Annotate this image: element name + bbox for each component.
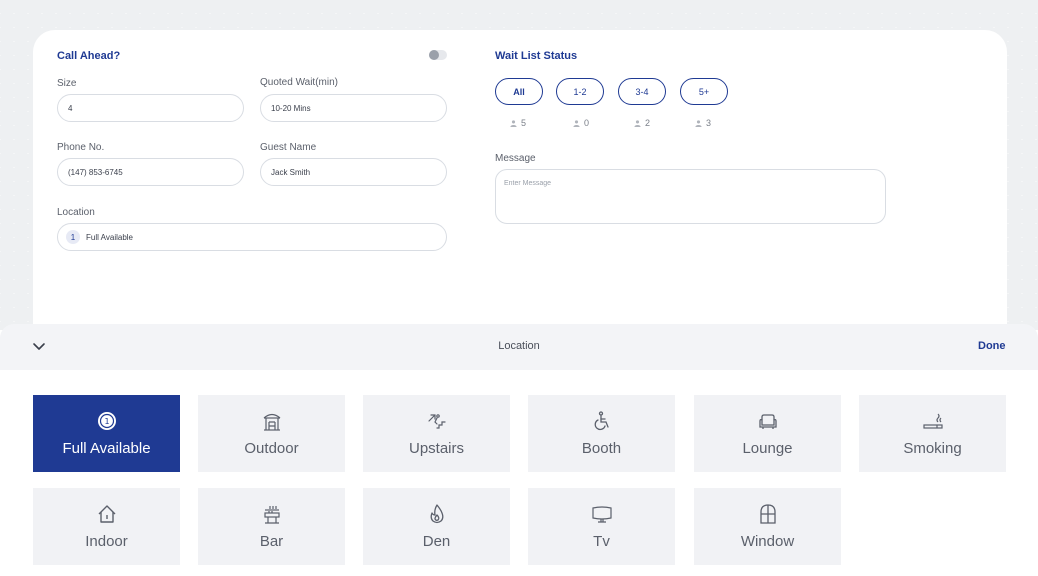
- tile-label: Outdoor: [244, 440, 299, 457]
- location-sheet-header: Location Done: [0, 324, 1038, 370]
- person-icon: [510, 119, 517, 127]
- location-field-value: Full Available: [86, 232, 133, 242]
- location-tile-den[interactable]: Den: [363, 488, 510, 565]
- reservation-card: Call Ahead? Size 4 Quoted Wait(min) 10-2…: [33, 30, 1007, 330]
- tile-label: Den: [422, 533, 451, 550]
- person-icon: [634, 119, 641, 127]
- location-tile-smoking[interactable]: Smoking: [859, 395, 1006, 472]
- call-ahead-title: Call Ahead?: [57, 50, 121, 62]
- tile-label: Tv: [593, 533, 610, 550]
- quoted-wait-label: Quoted Wait(min): [260, 77, 338, 88]
- wait-count-all: 5: [510, 118, 526, 128]
- wait-filter-all[interactable]: All: [495, 78, 543, 105]
- guest-name-label: Guest Name: [260, 142, 317, 153]
- size-field[interactable]: 4: [57, 94, 244, 122]
- tile-label: Window: [740, 533, 795, 550]
- guest-name-field[interactable]: Jack Smith: [260, 158, 447, 186]
- person-icon: [695, 119, 702, 127]
- location-tile-lounge[interactable]: Lounge: [694, 395, 841, 472]
- location-tile-window[interactable]: Window: [694, 488, 841, 565]
- sofa-icon: [757, 410, 779, 432]
- wait-list-title: Wait List Status: [495, 50, 578, 62]
- location-field[interactable]: 1 Full Available: [57, 223, 447, 251]
- location-tile-upstairs[interactable]: Upstairs: [363, 395, 510, 472]
- one-circle-icon: 1: [96, 410, 118, 432]
- wait-filter-5-plus[interactable]: 5+: [680, 78, 728, 105]
- window-icon: [757, 503, 779, 525]
- gazebo-icon: [261, 410, 283, 432]
- done-button[interactable]: Done: [978, 340, 1006, 352]
- call-ahead-toggle[interactable]: [429, 50, 447, 60]
- location-count-badge: 1: [66, 230, 80, 244]
- location-tile-indoor[interactable]: Indoor: [33, 488, 180, 565]
- svg-text:1: 1: [104, 417, 109, 426]
- wait-count-1-2: 0: [573, 118, 589, 128]
- wait-count-3-4: 2: [634, 118, 650, 128]
- location-tile-full-available[interactable]: 1 Full Available: [33, 395, 180, 472]
- location-tile-tv[interactable]: Tv: [528, 488, 675, 565]
- tile-label: Booth: [581, 440, 622, 457]
- location-tile-booth[interactable]: Booth: [528, 395, 675, 472]
- tile-label: Indoor: [85, 533, 128, 550]
- wheelchair-icon: [591, 410, 613, 432]
- tile-label: Bar: [259, 533, 284, 550]
- stairs-icon: [426, 410, 448, 432]
- fire-icon: [426, 503, 448, 525]
- person-icon: [573, 119, 580, 127]
- wait-filter-1-2[interactable]: 1-2: [556, 78, 604, 105]
- cigarette-icon: [922, 410, 944, 432]
- bar-counter-icon: [261, 503, 283, 525]
- phone-field[interactable]: (147) 853-6745: [57, 158, 244, 186]
- wait-filter-3-4[interactable]: 3-4: [618, 78, 666, 105]
- wait-count-5-plus: 3: [695, 118, 711, 128]
- location-tile-outdoor[interactable]: Outdoor: [198, 395, 345, 472]
- phone-label: Phone No.: [57, 142, 105, 153]
- tile-label: Upstairs: [408, 440, 464, 457]
- location-label: Location: [57, 207, 95, 218]
- tv-icon: [591, 503, 613, 525]
- size-label: Size: [57, 78, 77, 89]
- tile-label: Lounge: [742, 440, 793, 457]
- location-sheet-title: Location: [498, 340, 540, 352]
- tile-label: Smoking: [903, 440, 962, 457]
- location-tile-bar[interactable]: Bar: [198, 488, 345, 565]
- message-input[interactable]: Enter Message: [495, 169, 886, 224]
- message-label: Message: [495, 153, 536, 164]
- tile-label: Full Available: [62, 440, 151, 457]
- quoted-wait-field[interactable]: 10-20 Mins: [260, 94, 447, 122]
- house-icon: [96, 503, 118, 525]
- location-options: 1 Full Available Outdoor Upstairs Booth …: [0, 370, 1038, 576]
